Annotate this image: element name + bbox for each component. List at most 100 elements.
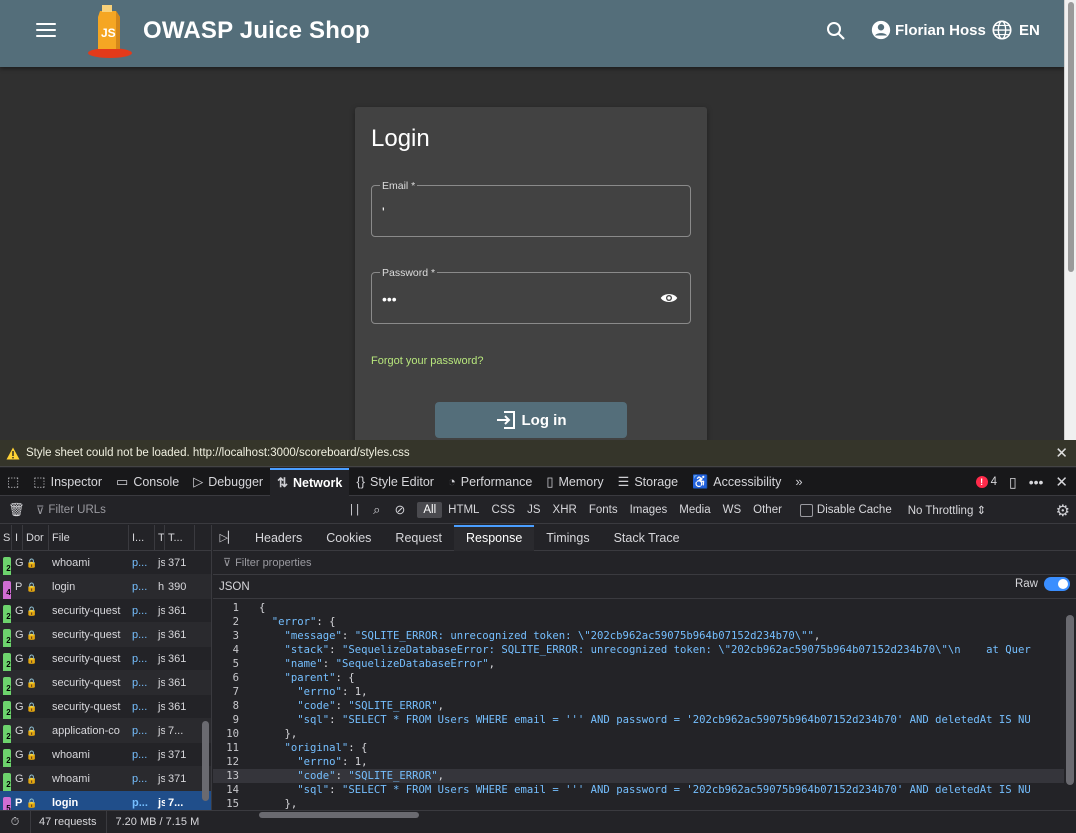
error-count: 4 [990,476,997,488]
tab-performance[interactable]: ◔ Performance [441,468,539,496]
more-tabs-icon[interactable]: » [788,468,809,496]
column-header[interactable]: I [12,525,23,551]
responsive-design-icon[interactable]: ▯ [1009,474,1017,491]
column-header[interactable]: S [0,525,12,551]
cell-initiator: p... [132,556,148,569]
filter-media[interactable]: Media [673,502,716,518]
code-line: 7 "errno": 1, [213,685,1064,699]
throttling-select[interactable]: No Throttling ⇕ [908,503,986,517]
more-options-icon[interactable]: ••• [1029,474,1044,490]
code-text: "parent": { [284,672,355,684]
cell-type: js [158,628,165,641]
filter-other[interactable]: Other [747,502,788,518]
table-row[interactable]: 2G🔒 security-quest p... js361 [0,695,211,719]
table-row[interactable]: 2G🔒 application-co p... js7... [0,719,211,743]
column-header[interactable]: T... [165,525,195,551]
column-header[interactable]: File [49,525,129,551]
tab-icon: ⇅ [277,474,288,490]
tab-debugger[interactable]: ▷ Debugger [186,468,270,496]
account-button[interactable]: Florian Hoss [870,19,986,41]
toggle-panel-icon[interactable]: ▷▏ [213,531,243,544]
svg-text:JS: JS [101,26,116,40]
code-line: 9 "sql": "SELECT * FROM Users WHERE emai… [213,713,1064,727]
password-field[interactable]: Password * ••• [371,267,691,324]
table-row[interactable]: 2G🔒 security-quest p... js361 [0,599,211,623]
table-row[interactable]: 2G🔒 whoami p... js371 [0,743,211,767]
request-list-scrollbar[interactable] [201,551,210,806]
filter-properties-input[interactable]: ⊽ Filter properties [213,551,1076,575]
juice-shop-logo[interactable]: JS [86,3,136,59]
cell-type: h [158,580,165,593]
table-row[interactable]: 4 P 🔒 login p... h 390 [0,575,211,599]
search-requests-icon[interactable]: ⌕ [373,502,380,518]
tab-request[interactable]: Request [383,525,454,551]
gear-icon[interactable]: ⚙ [1056,501,1070,521]
column-header[interactable]: Dor [23,525,49,551]
tab-icon: ▷ [193,473,204,489]
tab-stack-trace[interactable]: Stack Trace [602,525,692,551]
code-line: 6 "parent": { [213,671,1064,685]
request-list: SIDorFileI...TT... 2G🔒whoamip...js371 4P🔒… [0,525,212,810]
tab-timings[interactable]: Timings [534,525,601,551]
code-line: 12 "errno": 1, [213,755,1064,769]
menu-icon[interactable] [36,23,56,39]
pause-icon[interactable]: | | [350,504,359,516]
trash-icon[interactable]: 🗑 [8,502,25,518]
login-button[interactable]: Log in [435,402,627,438]
warning-icon [6,447,20,459]
tab-inspector[interactable]: ⬚ Inspector [26,468,109,496]
cell-type: js [158,556,165,569]
tab-storage[interactable]: ☰ Storage [611,468,685,496]
table-row[interactable]: 2G🔒 whoami p... js371 [0,767,211,791]
filter-fonts[interactable]: Fonts [583,502,624,518]
tab-network[interactable]: ⇅ Network [270,467,350,496]
column-header[interactable]: I... [129,525,155,551]
tab-memory[interactable]: ▯ Memory [539,468,610,496]
cell-file: security-quest [52,604,121,617]
lock-icon: 🔒 [26,677,38,688]
app-title[interactable]: OWASP Juice Shop [143,17,370,45]
filter-ws[interactable]: WS [717,502,748,518]
table-row[interactable]: 5P🔒 login p... js7... [0,791,211,810]
cell-transferred: 361 [168,676,187,689]
toggle-switch[interactable] [1044,577,1070,591]
tab-headers[interactable]: Headers [243,525,314,551]
close-devtools-icon[interactable]: ✕ [1055,473,1068,491]
filter-icon: ⊽ [223,557,232,569]
page-scrollbar[interactable] [1064,0,1076,440]
filter-xhr[interactable]: XHR [547,502,583,518]
password-label: Password * [380,267,438,279]
pick-element-icon[interactable]: ⬚ [0,468,26,496]
filter-images[interactable]: Images [624,502,674,518]
account-circle-icon [871,20,891,40]
tab-style-editor[interactable]: {} Style Editor [349,468,441,496]
search-icon[interactable] [824,19,848,43]
filter-all[interactable]: All [417,502,443,518]
raw-toggle[interactable]: Raw [1015,577,1070,591]
filter-css[interactable]: CSS [485,502,521,518]
filter-html[interactable]: HTML [442,502,485,518]
tab-accessibility[interactable]: ♿ Accessibility [685,468,788,496]
table-row[interactable]: 2G🔒 security-quest p... js361 [0,623,211,647]
email-field[interactable]: Email * ' [371,180,691,237]
json-section-header[interactable]: JSON [213,575,1076,599]
tab-response[interactable]: Response [453,524,535,551]
disable-cache-checkbox[interactable]: Disable Cache [799,503,892,517]
cell-transferred: 361 [168,652,187,665]
tab-console[interactable]: ▭ Console [109,468,186,496]
column-header[interactable]: T [155,525,165,551]
filter-urls-input[interactable]: ⊽ Filter URLs [36,503,346,517]
table-row[interactable]: 2G🔒 security-quest p... js361 [0,671,211,695]
language-button[interactable]: EN [991,19,1040,41]
cell-type: js [158,604,165,617]
close-icon[interactable]: ✕ [1055,444,1068,462]
forgot-password-link[interactable]: Forgot your password? [371,355,484,367]
tab-cookies[interactable]: Cookies [314,525,383,551]
table-row[interactable]: 2G🔒 whoami p... js371 [0,551,211,575]
filter-js[interactable]: JS [521,502,546,518]
error-count-badge[interactable]: ! 4 [975,476,997,488]
code-vertical-scrollbar[interactable] [1066,615,1074,785]
table-row[interactable]: 2G🔒 security-quest p... js361 [0,647,211,671]
visibility-icon[interactable] [660,291,678,305]
block-icon[interactable]: ⊘ [394,502,405,518]
